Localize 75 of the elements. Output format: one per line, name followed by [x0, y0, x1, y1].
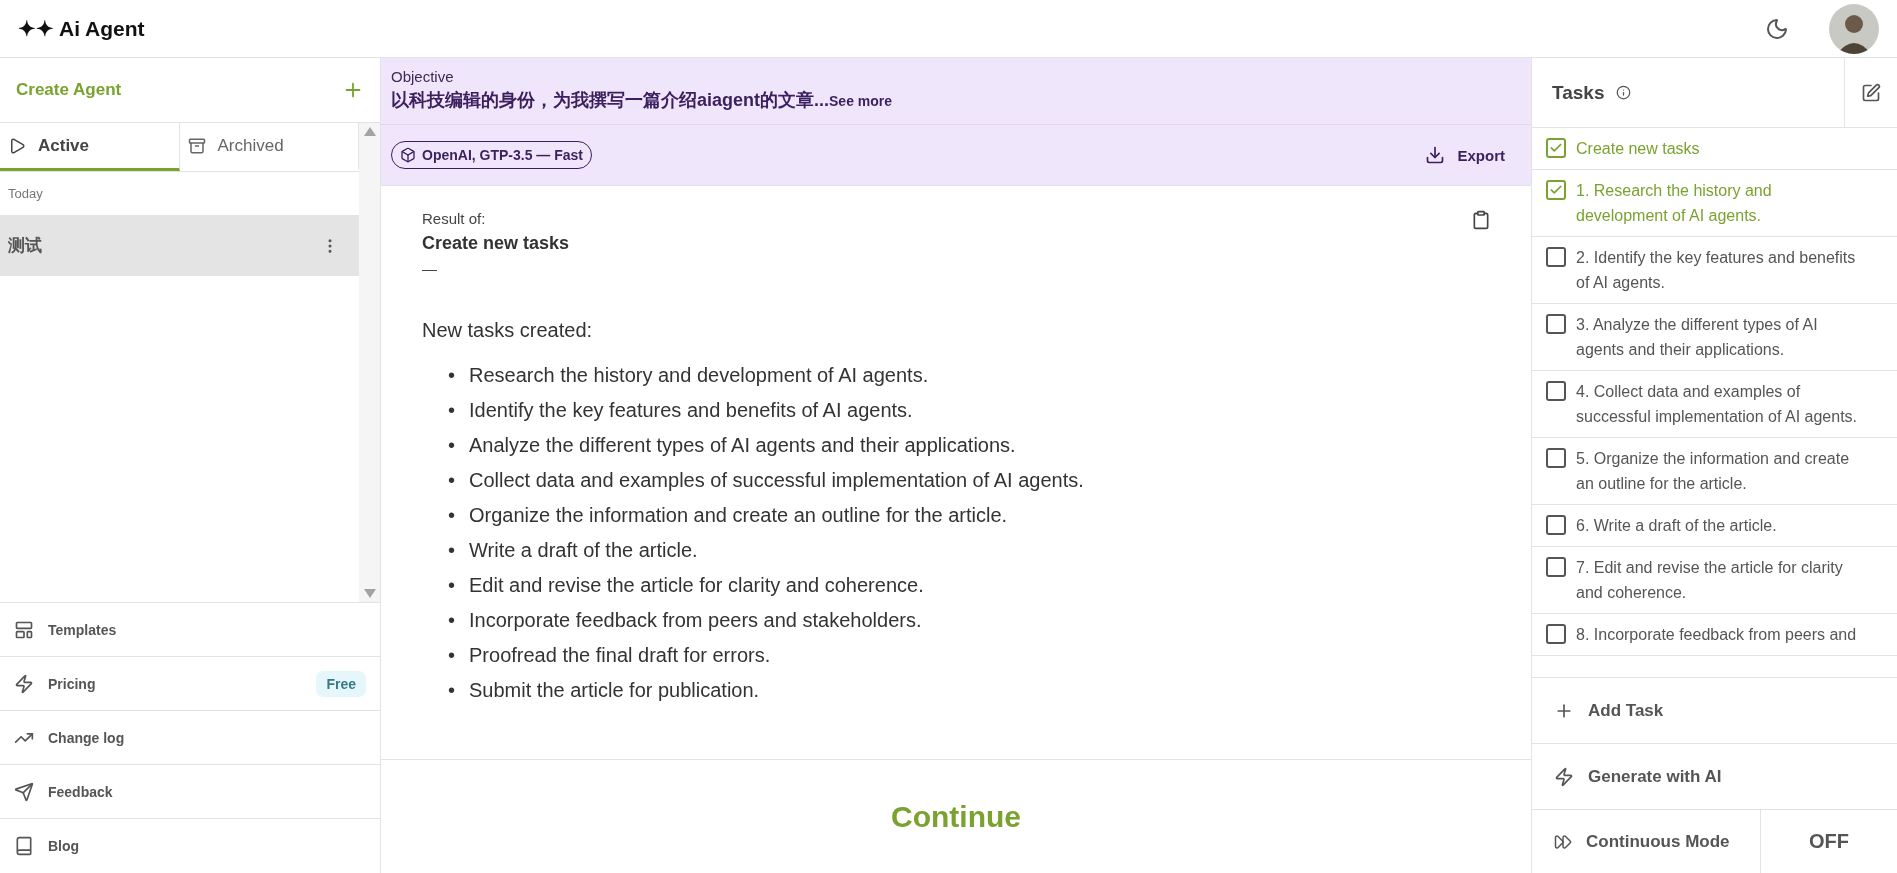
result-list-item: Edit and revise the article for clarity and coherence.	[469, 573, 924, 598]
see-more-link[interactable]: See more	[829, 93, 893, 109]
task-text: 6. Write a draft of the article.	[1576, 516, 1777, 536]
task-checkbox[interactable]	[1546, 138, 1566, 158]
task-text: Create new tasks	[1576, 139, 1700, 159]
task-checkbox[interactable]	[1546, 448, 1566, 468]
send-icon	[14, 781, 34, 802]
result-list-item: Collect data and examples of successful implementation of AI agents.	[469, 468, 1084, 493]
list-bullet: •	[448, 678, 455, 703]
info-icon[interactable]	[1616, 85, 1632, 100]
nav-link[interactable]: Feedback	[0, 765, 380, 819]
agent-item[interactable]: 测试	[0, 215, 359, 276]
edit-icon	[1861, 82, 1881, 103]
result-list-item: Organize the information and create an outline for the article.	[469, 503, 1008, 528]
group-label: Today	[7, 185, 44, 203]
list-bullet: •	[448, 538, 455, 563]
result-list-item: Identify the key features and benefits of AI agents.	[469, 398, 913, 423]
task-checkbox[interactable]	[1546, 247, 1566, 267]
nav-link[interactable]: Blog	[0, 819, 380, 873]
result-list-item: Analyze the different types of AI agents and their applications.	[469, 433, 1016, 458]
task-text: 4. Collect data and examples of successful implementation of AI agents.	[1576, 382, 1859, 427]
sidebar-tab[interactable]: Active	[0, 123, 180, 171]
task-text: 3. Analyze the different types of AI agents and their applications.	[1576, 315, 1819, 360]
task-text: 8. Incorporate feedback from peers and	[1576, 625, 1857, 645]
lightning-icon	[1554, 766, 1574, 787]
result-list-item: Write a draft of the article.	[469, 538, 698, 563]
result-title: Create new tasks	[422, 233, 570, 254]
task-checkbox[interactable]	[1546, 381, 1566, 401]
moon-icon[interactable]	[1765, 16, 1789, 41]
nav-link[interactable]: Change log	[0, 711, 380, 765]
result-list-item: Incorporate feedback from peers and stakeholders.	[469, 608, 922, 633]
clipboard-icon[interactable]	[1471, 210, 1491, 230]
task-text: 1. Research the history and development of AI agents.	[1576, 181, 1773, 226]
archive-icon	[187, 136, 206, 155]
objective-text: 以科技编辑的身份，为我撰写一篇介绍aiagent的文章...	[391, 90, 830, 110]
list-bullet: •	[448, 468, 455, 493]
app-logo: ✦✦ Ai Agent	[18, 16, 145, 41]
result-list-item: Proofread the final draft for errors.	[469, 643, 771, 668]
layout-icon	[14, 619, 34, 640]
cube-icon	[400, 147, 416, 163]
check-icon	[1549, 183, 1563, 197]
check-icon	[1549, 141, 1563, 155]
tasks-title: Tasks	[1552, 81, 1605, 104]
mode-toggle[interactable]: OFF	[1761, 810, 1897, 873]
task-checkbox[interactable]	[1546, 557, 1566, 577]
task-text: 2. Identify the key features and benefits of AI agents.	[1576, 248, 1857, 293]
list-bullet: •	[448, 608, 455, 633]
result-label: Result of:	[422, 210, 487, 227]
dash-text: —	[422, 260, 438, 277]
avatar-icon[interactable]	[1829, 3, 1879, 54]
list-bullet: •	[448, 643, 455, 668]
list-bullet: •	[448, 503, 455, 528]
task-text: 7. Edit and revise the article for clarity and coherence.	[1576, 558, 1844, 603]
nav-link[interactable]: Pricing Free	[0, 657, 380, 711]
list-bullet: •	[448, 398, 455, 423]
list-bullet: •	[448, 433, 455, 458]
result-intro: New tasks created:	[422, 319, 594, 342]
task-checkbox[interactable]	[1546, 180, 1566, 200]
task-checkbox[interactable]	[1546, 515, 1566, 535]
list-bullet: •	[448, 363, 455, 388]
export-button[interactable]: Export	[1419, 144, 1511, 166]
task-text: 5. Organize the information and create an outline for the article.	[1576, 449, 1851, 494]
task-checkbox[interactable]	[1546, 624, 1566, 644]
list-bullet: •	[448, 573, 455, 598]
play-icon	[8, 136, 26, 155]
download-icon	[1425, 145, 1446, 165]
plan-badge: Free	[316, 670, 366, 697]
lightning-icon	[14, 673, 34, 694]
result-list-item: Research the history and development of AI agents.	[469, 363, 929, 388]
fast-forward-icon	[1554, 832, 1572, 851]
nav-link[interactable]: Templates	[0, 603, 380, 657]
task-checkbox[interactable]	[1546, 314, 1566, 334]
result-list-item: Submit the article for publication.	[469, 678, 760, 703]
objective-label: Objective	[391, 68, 455, 85]
book-icon	[14, 836, 34, 856]
